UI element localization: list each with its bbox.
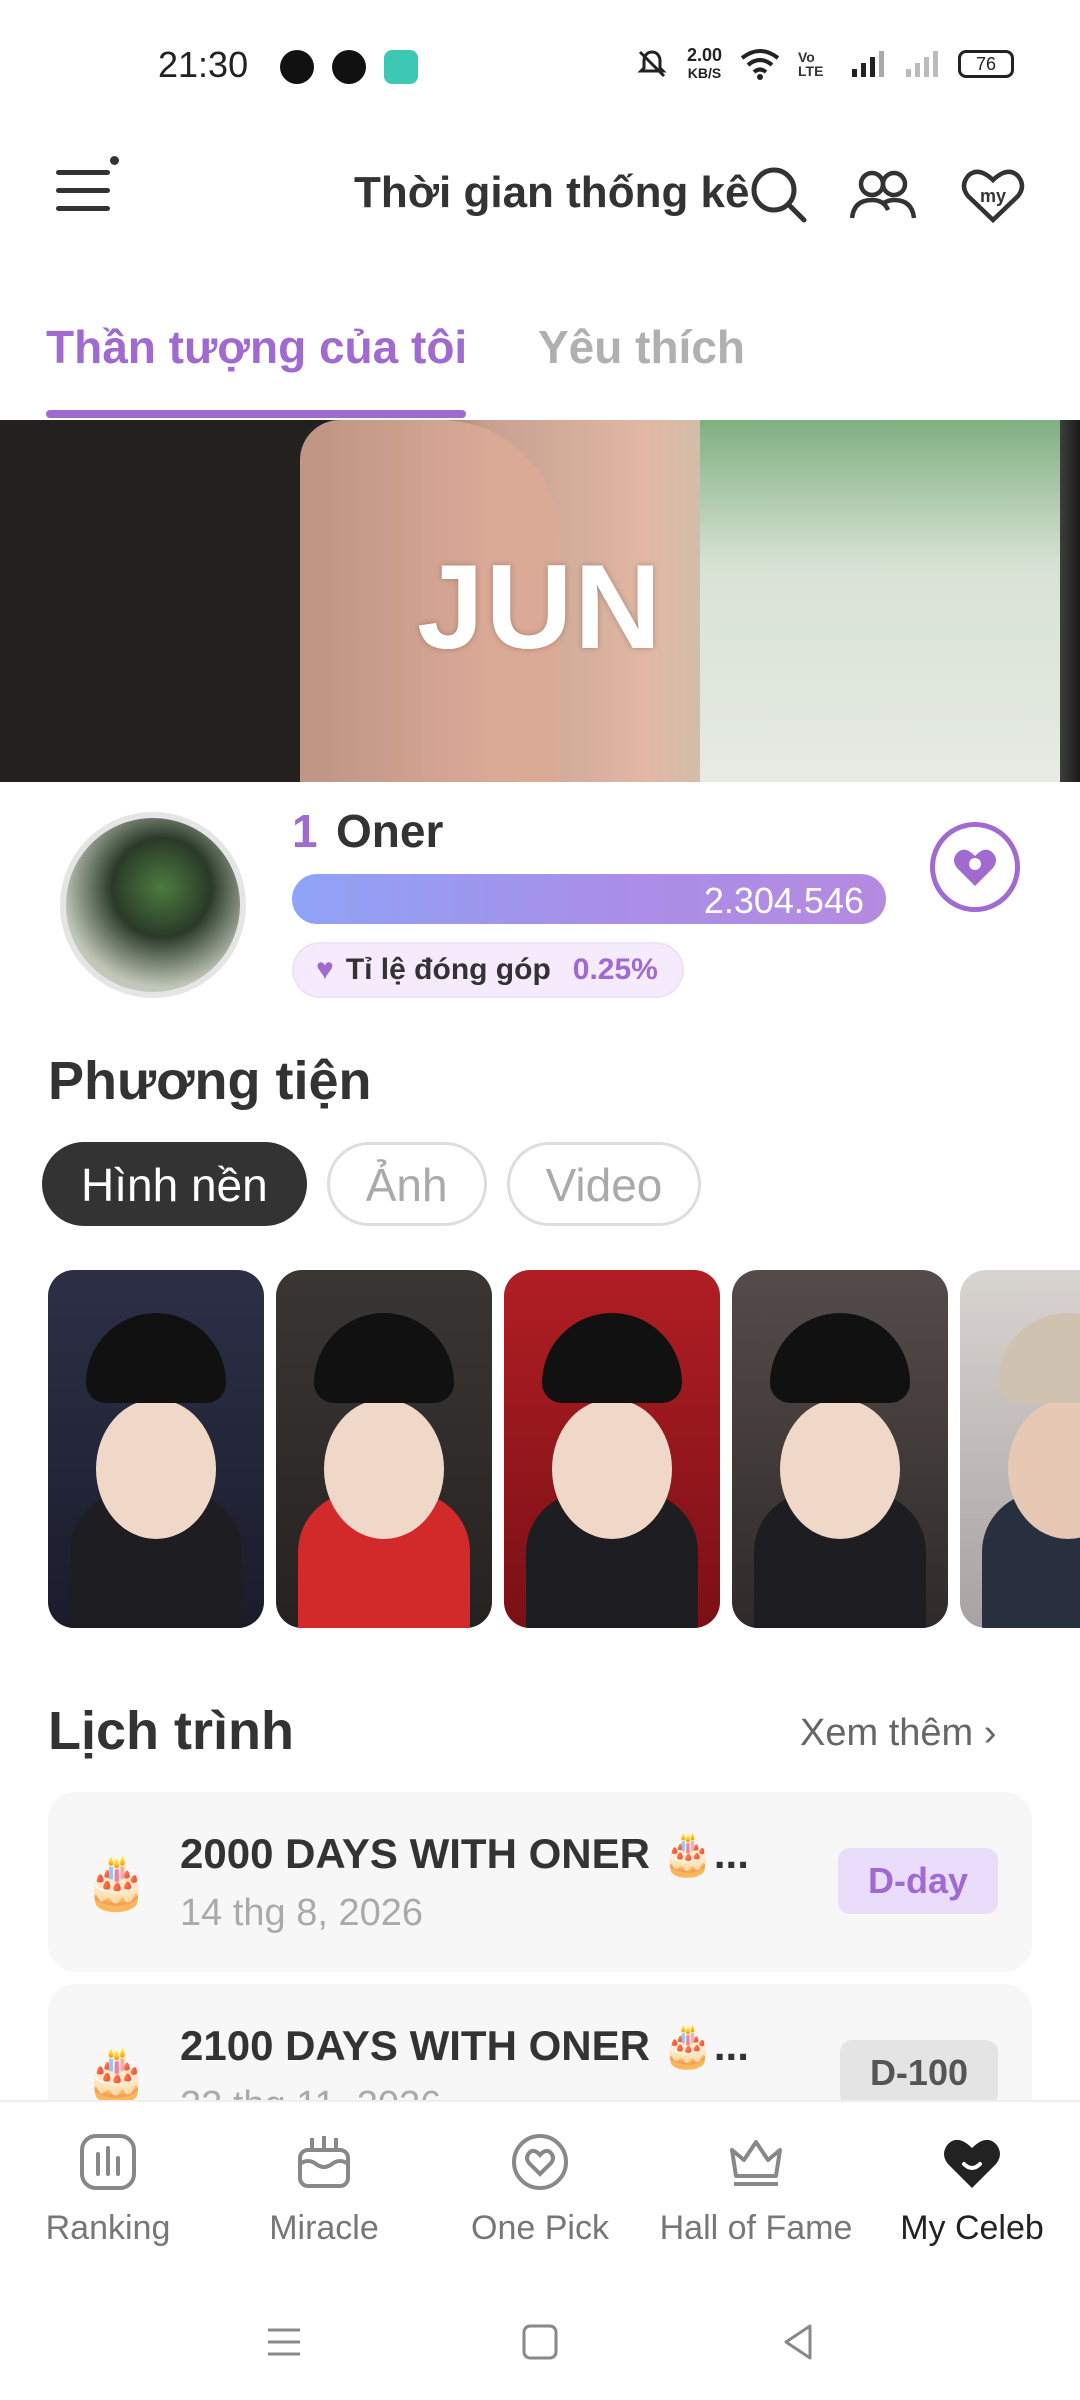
one-pick-icon bbox=[512, 2134, 568, 2190]
svg-text:my: my bbox=[980, 186, 1006, 206]
nav-ranking[interactable]: Ranking bbox=[0, 2130, 216, 2248]
chat-app-icon bbox=[332, 50, 366, 84]
menu-icon[interactable] bbox=[56, 170, 110, 214]
heart-icon: ♥ bbox=[316, 953, 334, 986]
hall-of-fame-icon bbox=[730, 2140, 782, 2186]
rank-number: 1 bbox=[292, 805, 318, 857]
media-thumbnail[interactable] bbox=[960, 1270, 1080, 1628]
app-notification-icon bbox=[384, 50, 418, 84]
nav-hall-of-fame-label: Hall of Fame bbox=[659, 2209, 853, 2247]
status-bar: 21:30 2.00 KB/S Vo LTE 76 bbox=[0, 0, 1080, 130]
dday-badge: D-100 bbox=[839, 2040, 998, 2106]
chip-photo[interactable]: Ảnh bbox=[326, 1142, 487, 1226]
celeb-profile: 1 Oner 2.304.546 ♥ Tỉ lệ đóng góp 0.25% bbox=[0, 782, 1080, 1012]
signal-icon bbox=[852, 51, 884, 77]
see-more-link[interactable]: Xem thêm › bbox=[800, 1712, 996, 1755]
chevron-right-icon: › bbox=[983, 1712, 997, 1754]
tab-favorites[interactable]: Yêu thích bbox=[538, 320, 745, 374]
celeb-banner[interactable]: JUN bbox=[0, 420, 1080, 782]
menu-notification-dot bbox=[110, 156, 119, 165]
my-celeb-icon bbox=[944, 2139, 1000, 2188]
banner-text: JUN bbox=[416, 540, 664, 674]
nav-one-pick-label: One Pick bbox=[471, 2209, 609, 2247]
chip-video[interactable]: Video bbox=[506, 1142, 702, 1226]
nav-my-celeb[interactable]: My Celeb bbox=[864, 2130, 1080, 2248]
heart-icon bbox=[954, 849, 996, 886]
birthday-cake-icon: 🎂 bbox=[84, 2046, 149, 2104]
group-icon[interactable] bbox=[848, 160, 918, 230]
messenger-icon bbox=[280, 50, 314, 84]
media-thumbnail[interactable] bbox=[48, 1270, 264, 1628]
media-filter-chips: Hình nền Ảnh Video bbox=[42, 1142, 702, 1226]
network-speed-unit: KB/S bbox=[687, 65, 722, 81]
schedule-item[interactable]: 🎂 2000 DAYS WITH ONER 🎂... 14 thg 8, 202… bbox=[48, 1792, 1032, 1972]
schedule-item-title: 2100 DAYS WITH ONER 🎂... bbox=[180, 2022, 749, 2069]
vote-progress-bar: 2.304.546 bbox=[292, 874, 886, 924]
recent-apps-icon[interactable] bbox=[262, 2320, 306, 2364]
media-thumbnail[interactable] bbox=[504, 1270, 720, 1628]
my-heart-icon[interactable]: my bbox=[958, 160, 1028, 230]
active-tab-indicator bbox=[46, 410, 466, 418]
nav-my-celeb-label: My Celeb bbox=[900, 2209, 1044, 2247]
contribution-badge: ♥ Tỉ lệ đóng góp 0.25% bbox=[292, 942, 684, 998]
system-navigation-bar bbox=[0, 2280, 1080, 2400]
see-more-label: Xem thêm bbox=[800, 1712, 974, 1754]
media-gallery bbox=[48, 1270, 1080, 1628]
system-status-icons: 2.00 KB/S Vo LTE 76 bbox=[635, 46, 1014, 82]
schedule-item-title: 2000 DAYS WITH ONER 🎂... bbox=[180, 1830, 749, 1877]
birthday-cake-icon: 🎂 bbox=[84, 1854, 149, 1912]
media-thumbnail[interactable] bbox=[732, 1270, 948, 1628]
network-speed-value: 2.00 bbox=[686, 45, 722, 65]
bottom-navigation: Ranking Miracle One Pick Hall of Fame My… bbox=[0, 2100, 1080, 2280]
nav-one-pick[interactable]: One Pick bbox=[432, 2130, 648, 2248]
favorite-button[interactable] bbox=[930, 822, 1020, 912]
nav-miracle-label: Miracle bbox=[269, 2209, 379, 2247]
vote-count: 2.304.546 bbox=[703, 880, 864, 921]
battery-indicator: 76 bbox=[958, 50, 1014, 78]
nav-miracle[interactable]: Miracle bbox=[216, 2130, 432, 2248]
search-icon[interactable] bbox=[744, 160, 814, 230]
celeb-name: Oner bbox=[336, 805, 444, 857]
schedule-section-title: Lịch trình bbox=[48, 1701, 294, 1761]
tab-bar: Thần tượng của tôi Yêu thích bbox=[0, 300, 1080, 420]
media-thumbnail[interactable] bbox=[276, 1270, 492, 1628]
volte-indicator: Vo LTE bbox=[798, 49, 824, 79]
wifi-icon bbox=[740, 49, 780, 80]
contribution-value: 0.25% bbox=[572, 953, 658, 986]
media-section-title: Phương tiện bbox=[48, 1051, 372, 1111]
network-speed: 2.00 KB/S bbox=[687, 46, 722, 82]
nav-ranking-label: Ranking bbox=[45, 2209, 171, 2247]
nav-hall-of-fame[interactable]: Hall of Fame bbox=[648, 2130, 864, 2248]
contribution-label: Tỉ lệ đóng góp bbox=[345, 953, 551, 986]
signal-2-icon bbox=[906, 51, 938, 77]
app-header: Thời gian thống kê my bbox=[0, 140, 1080, 250]
ranking-icon bbox=[80, 2134, 136, 2190]
schedule-item-date: 14 thg 8, 2026 bbox=[180, 1892, 423, 1934]
status-time: 21:30 bbox=[158, 44, 249, 85]
mute-bell-icon bbox=[637, 50, 667, 78]
home-icon[interactable] bbox=[518, 2320, 562, 2364]
chip-wallpaper[interactable]: Hình nền bbox=[42, 1142, 307, 1226]
notification-icons bbox=[280, 50, 418, 84]
tab-my-idol[interactable]: Thần tượng của tôi bbox=[46, 320, 467, 374]
dday-badge: D-day bbox=[837, 1848, 998, 1914]
avatar[interactable] bbox=[60, 812, 246, 998]
header-title[interactable]: Thời gian thống kê bbox=[354, 168, 749, 218]
miracle-icon bbox=[298, 2136, 350, 2188]
back-icon[interactable] bbox=[776, 2320, 820, 2364]
